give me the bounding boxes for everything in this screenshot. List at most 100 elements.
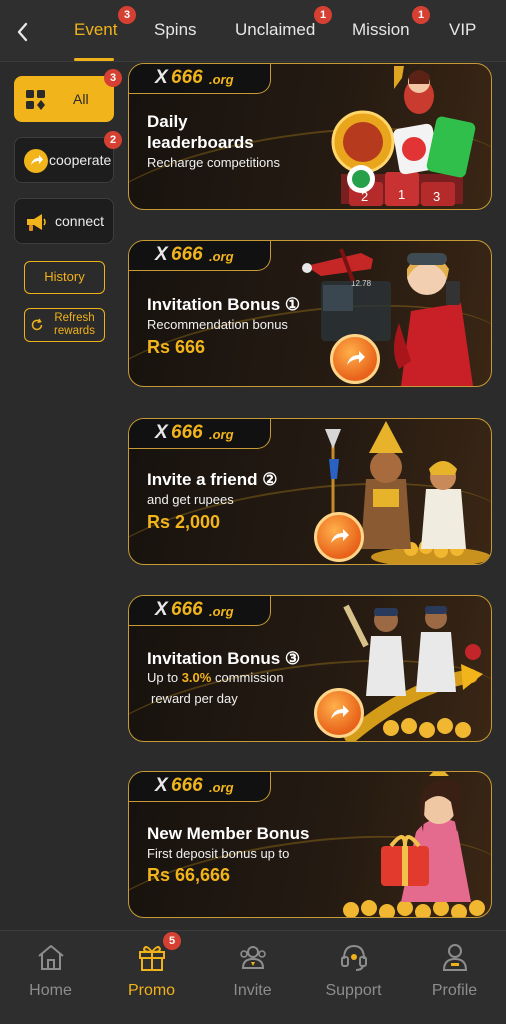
go-arrow-button[interactable] [314,512,364,562]
logo-x: X [155,775,168,796]
banner-subtitle: Recharge competitions [147,155,280,170]
commission-rate: 3.0% [181,670,212,685]
banner-subtitle-2: reward per day [151,691,238,706]
banner-title: Invitation Bonus ③ [147,649,301,668]
banner-invitation-bonus-3[interactable]: X 666 .org Invitation Bonus ③ Up to 3.0% c… [128,595,492,742]
sidebar-all-badge: 3 [104,69,122,87]
tab-mission[interactable]: Mission [352,20,410,40]
subtitle-suffix: commission [211,670,284,685]
nav-profile[interactable]: Profile [404,931,505,1024]
sidebar-cooperate-badge: 2 [104,131,122,149]
tab-vip-label: VIP [449,20,477,39]
pilot-girl-illustration: 12.78 [302,248,473,386]
logo-number: 666 [171,775,203,796]
sidebar-item-all[interactable]: All [14,76,114,122]
nav-promo-label: Promo [127,982,176,999]
banner-amount: Rs 66,666 [147,865,231,885]
banner-subtitle: Up to 3.0% commission [147,670,284,685]
x666-logo: X 666 .org [129,772,271,802]
back-arrow-icon[interactable] [12,18,34,46]
sidebar-item-all-label: All [73,91,89,107]
nav-invite-label: Invite [233,982,272,999]
promo-badge: 5 [163,932,181,950]
arrow-icon [331,705,349,719]
sidebar-item-cooperate-label: cooperate [49,152,112,168]
grid-icon [26,90,45,110]
sidebar-item-connect[interactable]: connect [14,198,114,244]
nav-support-label: Support [325,982,382,999]
active-tab-indicator [74,58,114,61]
nav-profile-label: Profile [431,982,478,999]
logo-x: X [155,599,168,620]
logo-domain: .org [209,427,234,442]
lady-gift-illustration [343,772,485,917]
logo-number: 666 [171,599,203,620]
tab-mission-label: Mission [352,20,410,39]
refresh-rewards-button[interactable]: Refresh rewards [24,308,105,342]
banner-new-member-bonus[interactable]: X 666 .org New Member Bonus First deposit … [128,771,492,918]
nav-home-label: Home [29,982,72,999]
arrow-icon [331,529,349,543]
logo-x: X [155,67,168,88]
nav-support[interactable]: Support [303,931,404,1024]
tab-vip[interactable]: VIP [449,20,476,40]
logo-number: 666 [171,244,203,265]
arrow-icon [347,351,365,365]
x666-logo: X 666 .org [129,419,271,449]
logo-number: 666 [171,422,203,443]
tab-spins-label: Spins [154,20,197,39]
logo-domain: .org [209,72,234,87]
gift-icon [139,946,165,971]
banner-daily-leaderboards[interactable]: X 666 .org Daily leaderboards Recharge com… [128,63,492,210]
banner-subtitle: First deposit bonus up to [147,846,290,861]
x666-logo: X 666 .org [129,241,271,271]
go-arrow-button[interactable] [314,688,364,738]
headset-icon [341,944,367,971]
tab-event[interactable]: Event [74,20,117,40]
tab-unclaimed-label: Unclaimed [235,20,316,39]
go-arrow-button[interactable] [330,334,380,384]
tab-spins[interactable]: Spins [154,20,197,40]
sidebar-item-cooperate[interactable]: cooperate [14,137,114,183]
x666-logo: X 666 .org [129,596,271,626]
nav-invite[interactable]: Invite [202,931,303,1024]
logo-domain: .org [209,249,234,264]
users-icon [240,946,266,969]
share-arrow-icon [24,149,48,173]
banner-title: New Member Bonus [147,824,310,843]
banner-subtitle: Recommendation bonus [147,317,288,332]
logo-domain: .org [209,604,234,619]
history-button[interactable]: History [24,261,105,294]
logo-domain: .org [209,780,234,795]
banner-invitation-bonus-1[interactable]: X 666 .org Invitation Bonus ① Recommendati… [128,240,492,387]
banner-title: Invite a friend ② [147,470,278,489]
banner-title: Daily leaderboards [147,112,254,152]
logo-number: 666 [171,67,203,88]
tab-event-label: Event [74,20,118,39]
banner-subtitle: and get rupees [147,492,234,507]
podium-first: 1 [398,187,405,202]
banner-invite-friend[interactable]: X 666 .org Invite a friend ② and get rupee… [128,418,492,565]
promo-screen: Event 3 Spins Unclaimed 1 Mission 1 VIP … [0,0,506,1024]
nav-home[interactable]: Home [0,931,101,1024]
podium-trophy-illustration: 2 1 3 [331,66,476,206]
sidebar-item-connect-label: connect [55,213,105,229]
logo-x: X [155,422,168,443]
subtitle-prefix: Up to [147,670,182,685]
logo-x: X [155,244,168,265]
tab-unclaimed[interactable]: Unclaimed [235,20,315,40]
banner-title: Invitation Bonus ① [147,295,301,314]
home-icon [38,945,64,970]
x666-logo: X 666 .org [129,64,271,94]
person-icon [442,944,468,971]
bottom-navigation: Home 5 Promo Invite Support Profile [0,930,506,1024]
banner-amount: Rs 2,000 [147,512,221,532]
nav-promo[interactable]: 5 Promo [101,931,202,1024]
tab-unclaimed-badge: 1 [314,6,332,24]
tab-event-badge: 3 [118,6,136,24]
refresh-rewards-label: Refresh rewards [54,312,95,337]
megaphone-icon [27,214,46,231]
podium-third: 3 [433,189,440,204]
tab-mission-badge: 1 [412,6,430,24]
refresh-icon [31,318,43,331]
